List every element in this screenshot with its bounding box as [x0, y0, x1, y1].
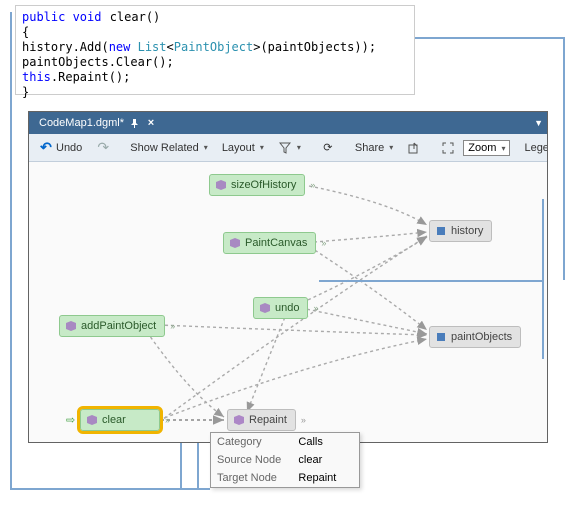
- node-undo[interactable]: undo»: [253, 297, 308, 319]
- refresh-icon: ⟳: [321, 141, 335, 155]
- share-button[interactable]: Share▾: [349, 139, 399, 157]
- redo-icon: ↷: [96, 141, 110, 155]
- method-icon: [230, 238, 240, 248]
- node-sizeOfHistory[interactable]: sizeOfHistory»: [209, 174, 305, 196]
- node-history[interactable]: history: [429, 220, 492, 242]
- entry-arrow-icon: ⇨: [66, 414, 75, 427]
- edge-tooltip: CategoryCalls Source Nodeclear Target No…: [210, 432, 360, 488]
- show-related-button[interactable]: Show Related▾: [124, 139, 214, 157]
- selection-overlay: [319, 280, 544, 282]
- fit-icon: [441, 141, 455, 155]
- tab-dropdown-icon[interactable]: ▼: [534, 118, 543, 128]
- filter-button[interactable]: ▾: [272, 138, 307, 158]
- filter-icon: [278, 141, 292, 155]
- tab-codemap[interactable]: CodeMap1.dgml* ×: [35, 117, 160, 129]
- graph-canvas[interactable]: sizeOfHistory» PaintCanvas» addPaintObje…: [29, 162, 547, 442]
- zoom-combo[interactable]: Zoom ▾: [463, 140, 510, 156]
- refresh-button[interactable]: ⟳: [315, 138, 341, 158]
- tab-bar: CodeMap1.dgml* × ▼: [29, 112, 547, 134]
- legend-button[interactable]: Legend: [518, 139, 547, 157]
- method-icon: [66, 321, 76, 331]
- method-icon: [260, 303, 270, 313]
- node-paintObjects[interactable]: paintObjects: [429, 326, 521, 348]
- tab-title: CodeMap1.dgml*: [39, 117, 124, 129]
- node-clear[interactable]: ⇨ clear»: [80, 409, 160, 431]
- field-icon: [436, 332, 446, 342]
- undo-button[interactable]: ↶Undo: [33, 138, 88, 158]
- codemap-window: CodeMap1.dgml* × ▼ ↶Undo ↷ Show Related▾…: [28, 111, 548, 443]
- pin-icon[interactable]: [130, 119, 140, 128]
- close-icon[interactable]: ×: [146, 117, 156, 129]
- method-icon: [216, 180, 226, 190]
- redo-button[interactable]: ↷: [90, 138, 116, 158]
- undo-icon: ↶: [39, 141, 53, 155]
- export-icon: [407, 141, 421, 155]
- node-Repaint[interactable]: Repaint»: [227, 409, 296, 431]
- toolbar: ↶Undo ↷ Show Related▾ Layout▾ ▾ ⟳ Share▾…: [29, 134, 547, 162]
- method-icon: [87, 415, 97, 425]
- layout-button[interactable]: Layout▾: [216, 139, 270, 157]
- node-PaintCanvas[interactable]: PaintCanvas»: [223, 232, 316, 254]
- export-button[interactable]: [401, 138, 427, 158]
- field-icon: [436, 226, 446, 236]
- code-snippet: public void clear() { history.Add(new Li…: [15, 5, 415, 95]
- method-icon: [234, 415, 244, 425]
- node-addPaintObject[interactable]: addPaintObject»: [59, 315, 165, 337]
- fit-button[interactable]: [435, 138, 461, 158]
